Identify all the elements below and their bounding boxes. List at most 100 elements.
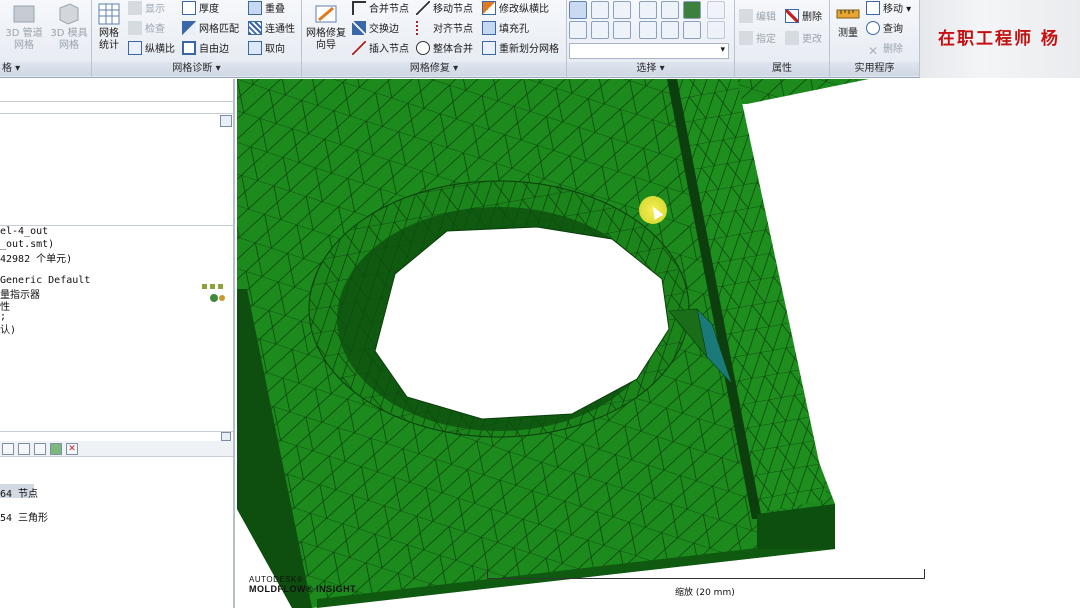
select-all-button[interactable] [683, 21, 701, 39]
measure-label: 测量 [838, 28, 858, 39]
ruler-icon [836, 9, 860, 19]
mold-mesh-icon [59, 3, 79, 25]
global-merge-button[interactable]: 整体合并 [416, 41, 473, 59]
overlap-button[interactable]: 重叠 [248, 1, 285, 19]
layer-tree-icon[interactable] [200, 282, 230, 304]
fix-aspect-icon [482, 1, 496, 15]
generic-default[interactable]: Generic Default [0, 275, 90, 286]
align-nodes-button[interactable]: 对齐节点 [416, 21, 473, 39]
move-nodes-icon [416, 1, 430, 15]
mesh-model[interactable] [237, 79, 1080, 608]
close-icon: ✕ [867, 44, 879, 58]
remesh-button[interactable]: 重新划分网格 [482, 41, 559, 59]
divider [0, 431, 233, 432]
select-by-button[interactable] [613, 21, 631, 39]
free-edge-icon [182, 41, 196, 55]
insert-node-icon [352, 41, 366, 55]
assign-icon [739, 31, 753, 45]
select-circle-button[interactable] [591, 1, 609, 19]
fix-aspect-ratio-button[interactable]: 修改纵横比 [482, 1, 549, 19]
select-property-button[interactable] [569, 21, 587, 39]
fill-hole-button[interactable]: 填充孔 [482, 21, 529, 39]
select-node-button[interactable] [639, 21, 657, 39]
query-button[interactable]: 查询 [866, 21, 903, 39]
group-mesh-diagnostics: 网格 统计 显示 检查 纵横比 厚度 网格匹配 自由边 重叠 连通性 取向 网格… [92, 0, 302, 78]
layer-toolbar: ✕ [0, 441, 233, 457]
selection-dropdown[interactable]: ▾ [569, 43, 729, 59]
merge-nodes-button[interactable]: 合并节点 [352, 1, 409, 19]
move-nodes-button[interactable]: 移动节点 [416, 1, 473, 19]
free-edge-button[interactable]: 自由边 [182, 41, 229, 59]
select-element-button[interactable] [661, 21, 679, 39]
insert-node-button[interactable]: 插入节点 [352, 41, 409, 59]
edit-button[interactable]: 编辑 [739, 9, 776, 27]
ribbon: 3D 管道 网格 3D 模具 网格 格 ▾ 网格 统计 显示 检查 纵横比 厚度… [0, 0, 1080, 78]
layer-activate-button[interactable] [34, 443, 46, 455]
layer-new-button[interactable] [2, 443, 14, 455]
mesh-statistics-label-2: 统计 [99, 40, 119, 51]
repair-wizard-icon [315, 5, 337, 23]
mesh-statistics-label-1: 网格 [99, 28, 119, 39]
mesh-match-icon [182, 21, 196, 35]
triangle-count: 54 三角形 [0, 513, 49, 524]
logo-line-1: AUTODESK® [249, 575, 304, 584]
display-icon [128, 1, 142, 15]
layer-copy-button[interactable] [18, 443, 30, 455]
group-selection: ▾ 选择 ▾ [567, 0, 735, 78]
pipe-mesh-button[interactable]: 3D 管道 网格 [4, 2, 44, 52]
layer-expand-button[interactable] [50, 443, 62, 455]
group-properties: 编辑 删除 指定 更改 属性 [735, 0, 830, 78]
group-label-repair[interactable]: 网格修复 ▾ [302, 62, 566, 76]
connectivity-button[interactable]: 连通性 [248, 21, 295, 39]
select-box-button[interactable] [639, 1, 657, 19]
select-arrow-button[interactable] [569, 1, 587, 19]
panel-pin-icon[interactable] [220, 115, 232, 127]
brand-text: 在职工程师 杨 [938, 29, 1060, 49]
autodesk-moldflow-logo: AUTODESK® MOLDFLOW® INSIGHT [249, 575, 356, 594]
global-merge-icon [416, 41, 430, 55]
delete-property-button[interactable]: 删除 [785, 9, 822, 27]
pipe-mesh-icon [13, 5, 35, 23]
select-clear-button[interactable] [707, 21, 725, 39]
check-button[interactable]: 检查 [128, 21, 165, 39]
delete-icon [785, 9, 799, 23]
move-button[interactable]: 移动 ▾ [866, 1, 911, 19]
orientation-button[interactable]: 取向 [248, 41, 285, 59]
display-button[interactable]: 显示 [128, 1, 165, 19]
swap-edge-icon [352, 21, 366, 35]
thickness-button[interactable]: 厚度 [182, 1, 219, 19]
connectivity-icon [248, 21, 262, 35]
pipe-mesh-label-2: 网格 [14, 40, 34, 51]
select-extra-button[interactable] [707, 1, 725, 19]
group-mesh-repair: 网格修复 向导 合并节点 交换边 插入节点 移动节点 对齐节点 整体合并 修改纵… [302, 0, 567, 78]
move-icon [866, 1, 880, 15]
chevron-down-icon: ▾ [720, 45, 725, 55]
select-layer-button[interactable] [591, 21, 609, 39]
mold-mesh-label-1: 3D 模具 [50, 28, 88, 39]
swap-edge-button[interactable]: 交换边 [352, 21, 399, 39]
mesh-repair-wizard-button[interactable]: 网格修复 向导 [304, 2, 348, 52]
mold-mesh-button[interactable]: 3D 模具 网格 [48, 2, 90, 52]
check-icon [128, 21, 142, 35]
model-viewport[interactable]: 缩放 (20 mm) AUTODESK® MOLDFLOW® INSIGHT [237, 79, 1080, 608]
mesh-statistics-button[interactable]: 网格 统计 [94, 2, 124, 52]
measure-button[interactable]: 测量 [832, 2, 864, 40]
overlap-icon [248, 1, 262, 15]
group-label-selection[interactable]: 选择 ▾ [567, 62, 734, 76]
group-label-diagnostics[interactable]: 网格诊断 ▾ [92, 62, 301, 76]
mold-mesh-label-2: 网格 [59, 40, 79, 51]
select-expand-button[interactable] [661, 1, 679, 19]
select-lasso-button[interactable] [613, 1, 631, 19]
select-grid-button[interactable] [683, 1, 701, 19]
aspect-ratio-button[interactable]: 纵横比 [128, 41, 175, 59]
repair-wizard-label-2: 向导 [316, 40, 336, 51]
panel-close-icon[interactable] [221, 432, 231, 441]
layer-delete-button[interactable]: ✕ [66, 443, 78, 455]
fill-hole-icon [482, 21, 496, 35]
study-name[interactable]: el-4_out [0, 226, 48, 237]
assign-button[interactable]: 指定 [739, 31, 776, 49]
delete-utility-button[interactable]: ✕ 删除 [866, 41, 903, 59]
mesh-match-button[interactable]: 网格匹配 [182, 21, 239, 39]
group-mesh-cut: 3D 管道 网格 3D 模具 网格 格 ▾ [0, 0, 92, 78]
change-button[interactable]: 更改 [785, 31, 822, 49]
